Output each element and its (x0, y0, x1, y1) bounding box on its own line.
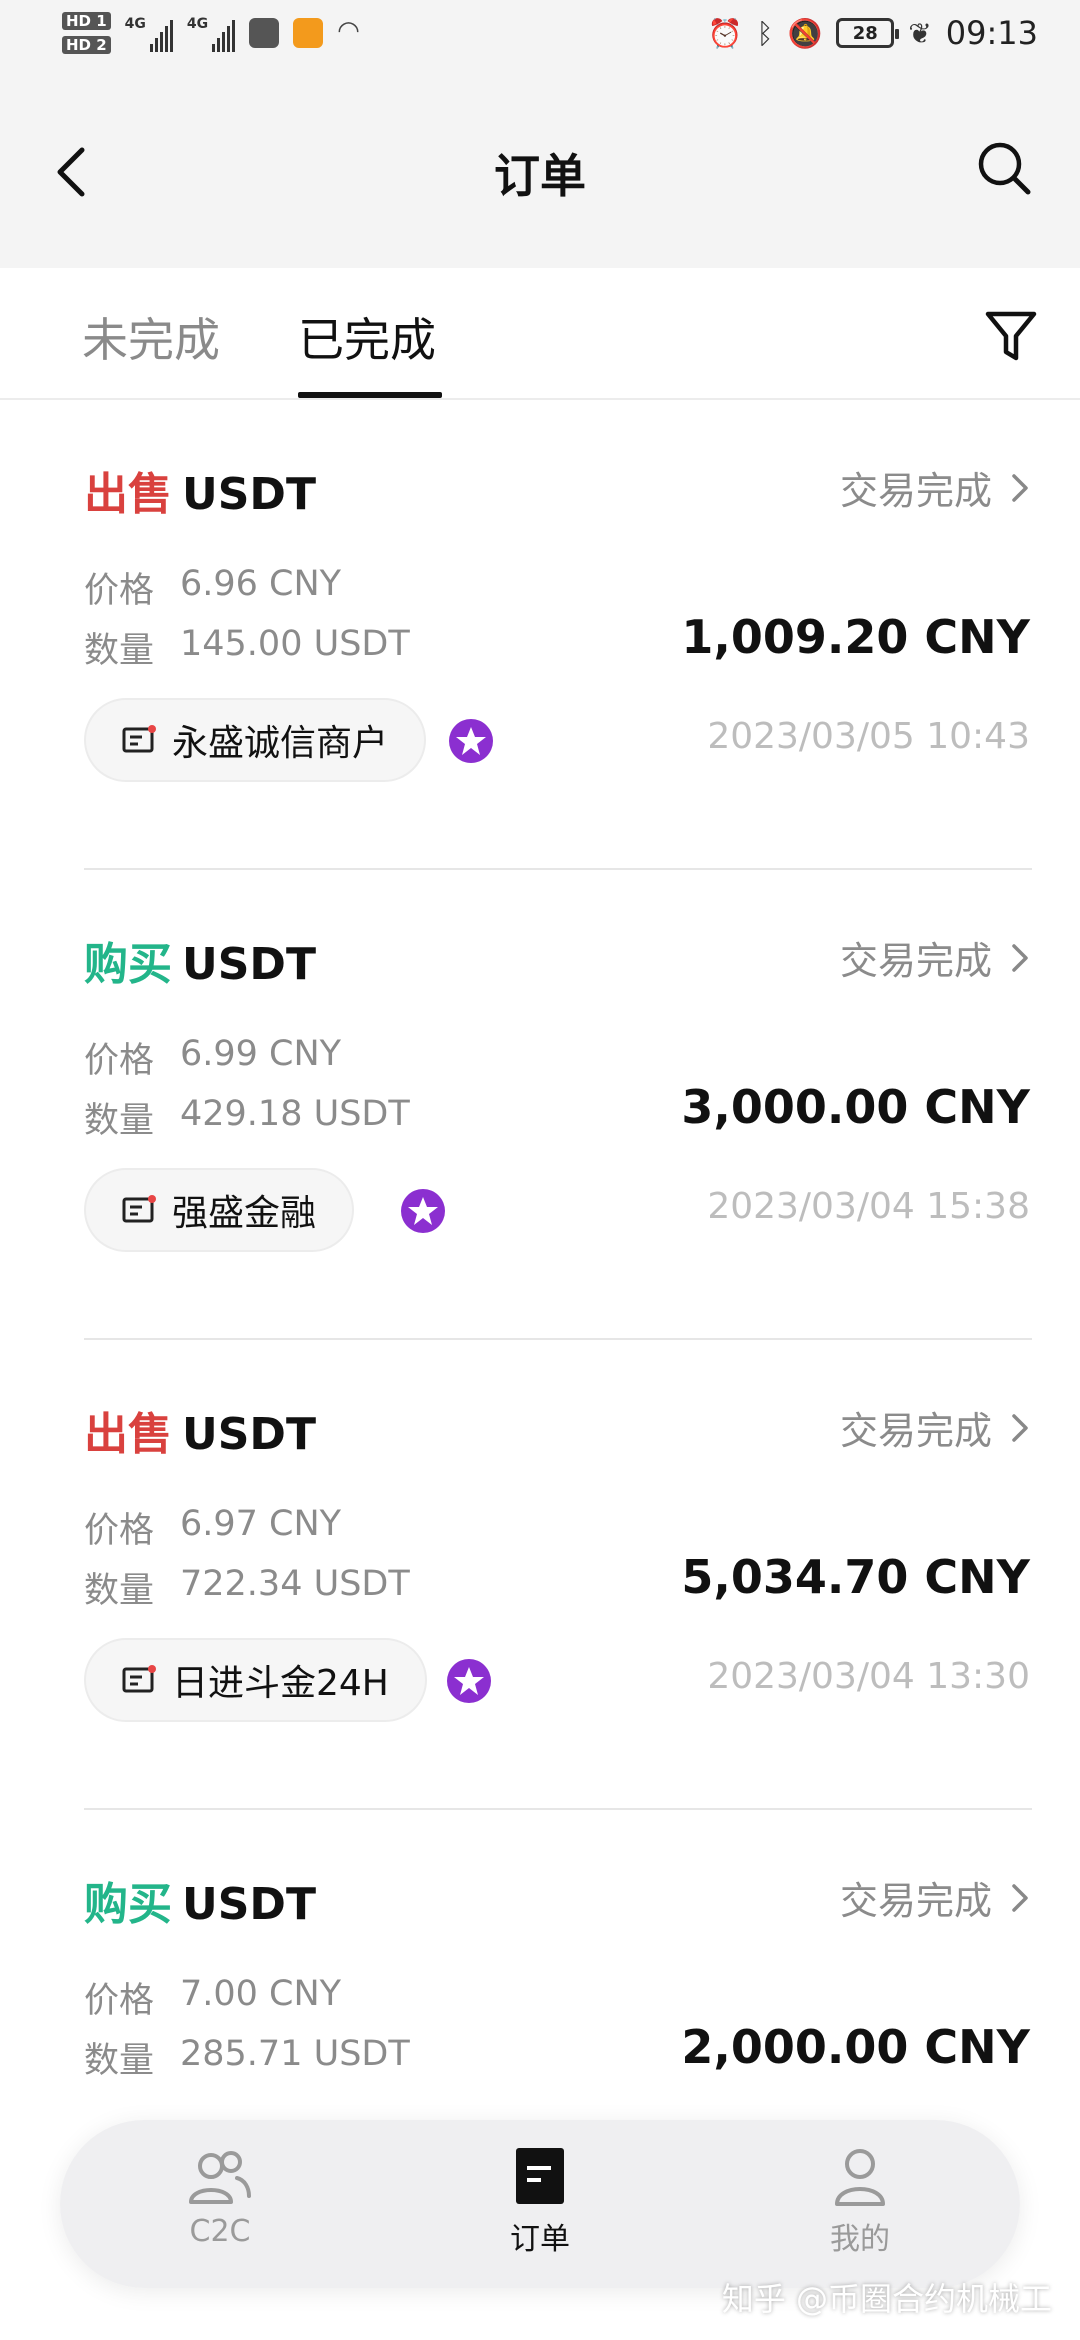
order-side: 购买 USDT (84, 939, 316, 990)
search-icon[interactable] (974, 138, 1034, 198)
filter-icon[interactable] (984, 308, 1038, 364)
chevron-right-icon (1012, 473, 1028, 502)
order-card[interactable]: 购买 USDT 交易完成 价格 6.99 CNY 数量 429.18 USDT 3… (84, 870, 1032, 1340)
qty-label: 数量 (84, 1571, 155, 1611)
app-notification-icon-2 (293, 18, 324, 48)
header: 订单 (0, 80, 1080, 268)
sim2-indicator: HD 2 (62, 36, 111, 54)
nav-c2c[interactable]: C2C (140, 2146, 300, 2249)
merchant-chip[interactable]: 强盛金融 (84, 1168, 355, 1252)
order-status[interactable]: 交易完成 (840, 1870, 1030, 1925)
alarm-icon: ⏰ (707, 16, 743, 50)
bottom-nav: C2C 订单 我的 (60, 2120, 1020, 2288)
order-total: 5,034.70 CNY (681, 1550, 1030, 1604)
users-icon (189, 2151, 251, 2204)
merchant-chip[interactable]: 日进斗金24H (84, 1638, 427, 1722)
price-value: 6.99 CNY (180, 1034, 342, 1074)
qty-label: 数量 (84, 1101, 155, 1141)
price-label: 价格 (84, 1981, 155, 2021)
page-title: 订单 (494, 149, 586, 203)
mute-icon: 🔕 (787, 16, 823, 50)
user-icon (835, 2149, 885, 2206)
qty-label: 数量 (84, 631, 155, 671)
merchant-chip[interactable]: 永盛诚信商户 (84, 698, 427, 782)
chevron-right-icon (1012, 1413, 1028, 1442)
qty-value: 429.18 USDT (180, 1094, 410, 1134)
tab-bar: 未完成 已完成 (0, 268, 1080, 400)
verified-star-badge-icon (401, 1189, 445, 1233)
message-icon (122, 1665, 156, 1693)
order-total: 2,000.00 CNY (681, 2020, 1030, 2074)
order-card[interactable]: 出售 USDT 交易完成 价格 6.97 CNY 数量 722.34 USDT 5… (84, 1340, 1032, 1810)
price-value: 6.96 CNY (180, 564, 342, 604)
order-card[interactable]: 出售 USDT 交易完成 价格 6.96 CNY 数量 145.00 USDT 1… (84, 400, 1032, 870)
leaf-icon: ❦ (908, 16, 932, 50)
orders-icon (516, 2148, 564, 2204)
app-notification-icon (249, 18, 280, 48)
order-side: 购买 USDT (84, 1879, 316, 1930)
order-total: 3,000.00 CNY (681, 1080, 1030, 1134)
qty-value: 285.71 USDT (180, 2034, 410, 2074)
order-date: 2023/03/04 15:38 (707, 1186, 1030, 1227)
signal-icon-2: 4G (187, 16, 236, 52)
order-side: 出售 USDT (84, 1409, 316, 1460)
qty-label: 数量 (84, 2041, 155, 2081)
message-icon (122, 725, 156, 753)
order-date: 2023/03/05 10:43 (707, 716, 1030, 757)
status-bar: HD 1 HD 2 4G 4G ◠ ⏰ ᛒ 🔕 28 ❦ 09:13 (0, 0, 1080, 80)
bluetooth-icon: ᛒ (756, 16, 774, 50)
order-side: 出售 USDT (84, 469, 316, 520)
chevron-right-icon (1012, 943, 1028, 972)
tab-incomplete[interactable]: 未完成 (82, 304, 220, 370)
message-icon (122, 1195, 156, 1223)
active-tab-indicator (298, 392, 442, 398)
order-status[interactable]: 交易完成 (840, 460, 1030, 515)
tab-completed[interactable]: 已完成 (298, 304, 436, 370)
nav-orders[interactable]: 订单 (460, 2146, 620, 2258)
order-status[interactable]: 交易完成 (840, 930, 1030, 985)
price-value: 6.97 CNY (180, 1504, 342, 1544)
clock: 09:13 (945, 14, 1038, 52)
qty-value: 722.34 USDT (180, 1564, 410, 1604)
qty-value: 145.00 USDT (180, 624, 410, 664)
watermark: 知乎 @币圈合约机械工 (721, 2280, 1052, 2318)
nav-me[interactable]: 我的 (780, 2146, 940, 2258)
price-label: 价格 (84, 1041, 155, 1081)
price-label: 价格 (84, 1511, 155, 1551)
verified-star-badge-icon (449, 719, 493, 763)
order-total: 1,009.20 CNY (681, 610, 1030, 664)
wifi-icon: ◠ (337, 16, 360, 46)
signal-icon: 4G (125, 16, 173, 52)
battery-icon: 28 (836, 18, 900, 48)
order-date: 2023/03/04 13:30 (707, 1656, 1030, 1697)
order-status[interactable]: 交易完成 (840, 1400, 1030, 1455)
price-value: 7.00 CNY (180, 1974, 342, 2014)
price-label: 价格 (84, 571, 155, 611)
sim1-indicator: HD 1 (62, 12, 111, 30)
chevron-right-icon (1012, 1883, 1028, 1912)
verified-star-badge-icon (447, 1659, 491, 1703)
